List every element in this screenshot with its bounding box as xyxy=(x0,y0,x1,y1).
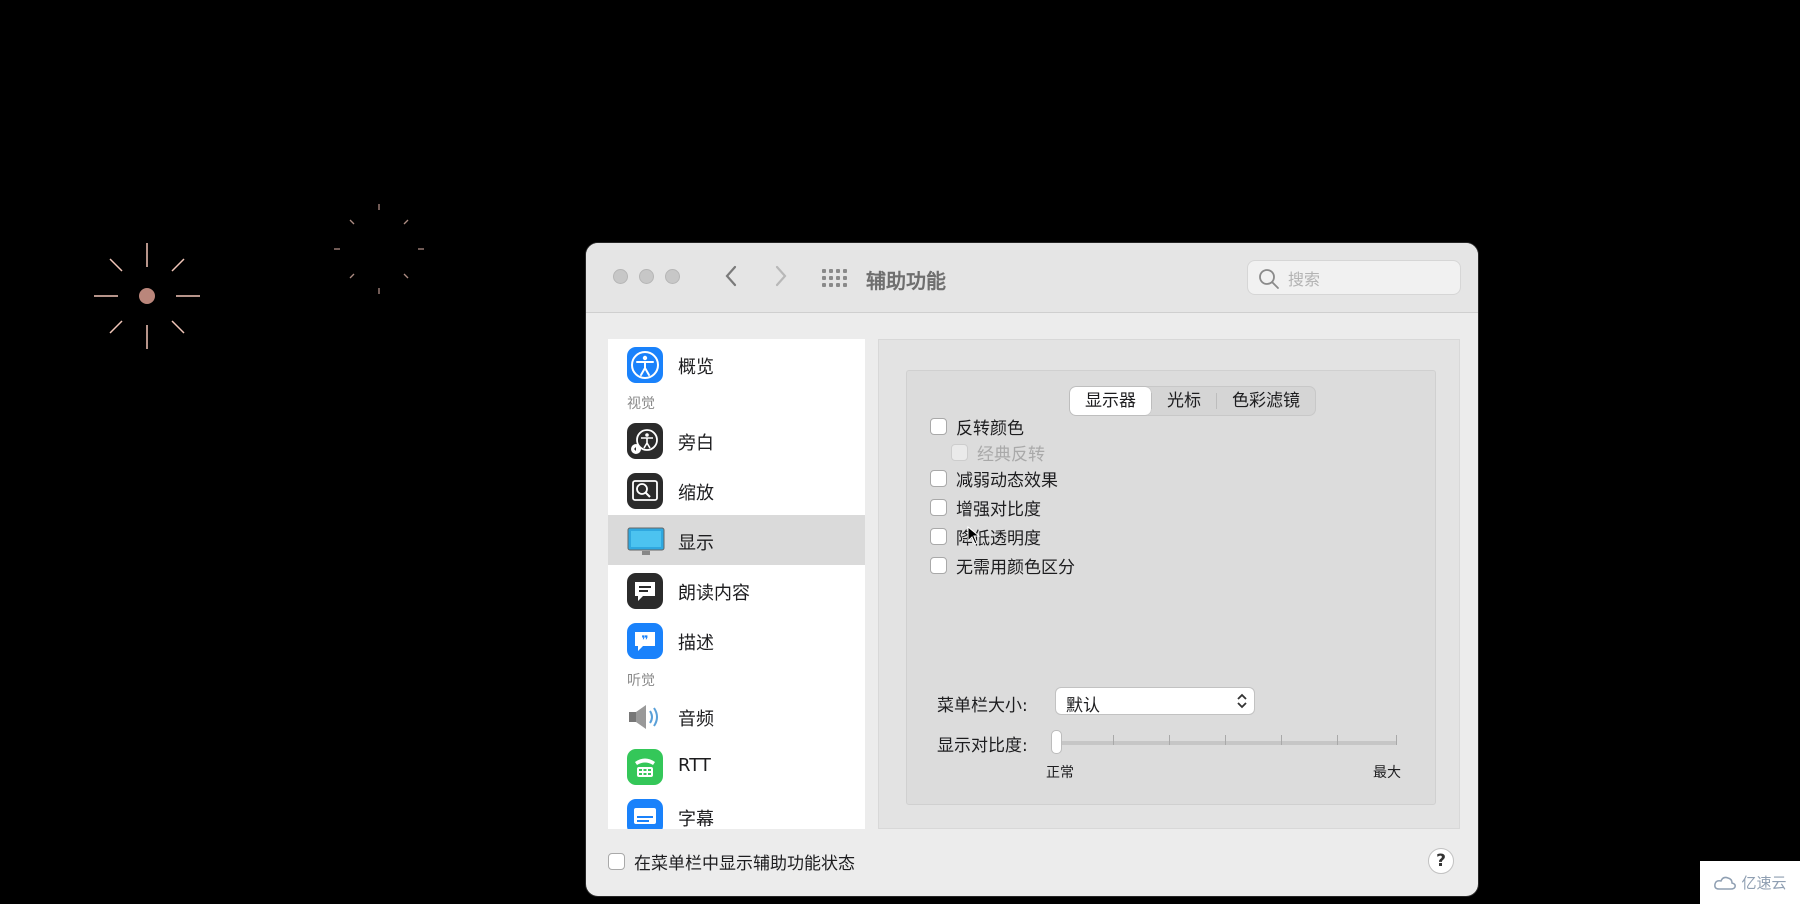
menubar-size-value: 默认 xyxy=(1066,696,1100,716)
display-settings-box: 显示器 光标 色彩滤镜 反转颜色 经典反转 减弱动态效果 增强对比度 降低透明度… xyxy=(906,370,1436,805)
sidebar-item-zoom[interactable]: 缩放 xyxy=(608,465,865,515)
zoom-button[interactable] xyxy=(665,269,680,284)
sidebar-item-label: RTT xyxy=(678,755,711,776)
sidebar-item-display[interactable]: 显示 xyxy=(608,515,865,565)
phone-keypad-icon xyxy=(627,749,663,785)
mouse-pointer-icon xyxy=(967,526,981,545)
contrast-slider-knob[interactable] xyxy=(1051,730,1062,754)
sidebar-item-voiceover[interactable]: 旁白 xyxy=(608,415,865,465)
forward-button[interactable] xyxy=(766,261,796,291)
contrast-min-label: 正常 xyxy=(1046,765,1074,781)
sidebar-item-label: 音频 xyxy=(678,709,714,730)
section-hearing: 听觉 xyxy=(627,673,655,689)
sidebar: 概览 视觉 旁白 缩放 显示 朗读内容 ❞ 描述 听觉 音频 RTT 字幕 xyxy=(608,339,865,829)
tab-bar: 显示器 光标 色彩滤镜 xyxy=(1069,386,1316,416)
watermark-text: 亿速云 xyxy=(1741,874,1787,892)
sparkle-large xyxy=(94,243,200,349)
search-field[interactable] xyxy=(1247,260,1461,295)
search-input[interactable] xyxy=(1286,267,1455,291)
option-invert-colors[interactable]: 反转颜色 xyxy=(930,414,1024,439)
option-label: 增强对比度 xyxy=(956,500,1041,520)
sidebar-item-descriptions[interactable]: ❞ 描述 xyxy=(608,615,865,665)
option-label: 减弱动态效果 xyxy=(956,471,1058,491)
close-button[interactable] xyxy=(613,269,628,284)
invert-colors-checkbox[interactable] xyxy=(930,418,947,435)
show-status-checkbox[interactable] xyxy=(608,853,625,870)
cloud-logo-icon xyxy=(1714,876,1737,890)
option-label: 无需用颜色区分 xyxy=(956,558,1075,578)
speech-bubble-icon xyxy=(627,573,663,609)
contrast-max-label: 最大 xyxy=(1373,765,1401,781)
sidebar-item-spoken-content[interactable]: 朗读内容 xyxy=(608,565,865,615)
speaker-icon xyxy=(627,699,663,735)
sidebar-item-label: 字幕 xyxy=(678,809,714,829)
menubar-size-select[interactable]: 默认 xyxy=(1055,687,1255,716)
option-label: 反转颜色 xyxy=(956,419,1024,439)
display-panel: 显示器 光标 色彩滤镜 反转颜色 经典反转 减弱动态效果 增强对比度 降低透明度… xyxy=(878,339,1460,829)
sparkle-small xyxy=(334,204,424,294)
help-button[interactable]: ? xyxy=(1428,848,1454,874)
sidebar-item-overview[interactable]: 概览 xyxy=(608,339,865,389)
differentiate-without-color-checkbox[interactable] xyxy=(930,557,947,574)
menubar-size-label: 菜单栏大小: xyxy=(937,696,1028,716)
watermark: 亿速云 xyxy=(1700,861,1800,904)
quote-bubble-icon: ❞ xyxy=(627,623,663,659)
sidebar-item-rtt[interactable]: RTT xyxy=(608,741,865,791)
search-icon xyxy=(1259,269,1279,289)
chevron-right-icon xyxy=(775,265,787,287)
show-status-label: 在菜单栏中显示辅助功能状态 xyxy=(634,854,855,874)
sidebar-item-label: 概览 xyxy=(678,357,714,378)
option-increase-contrast[interactable]: 增强对比度 xyxy=(930,495,1041,520)
sidebar-item-label: 旁白 xyxy=(678,433,714,454)
option-differentiate-without-color[interactable]: 无需用颜色区分 xyxy=(930,553,1075,578)
increase-contrast-checkbox[interactable] xyxy=(930,499,947,516)
svg-text:❞: ❞ xyxy=(641,633,648,647)
voiceover-icon xyxy=(627,423,663,459)
reduce-transparency-checkbox[interactable] xyxy=(930,528,947,545)
tab-pointer[interactable]: 光标 xyxy=(1152,387,1216,415)
reduce-motion-checkbox[interactable] xyxy=(930,470,947,487)
sidebar-item-audio[interactable]: 音频 xyxy=(608,691,865,741)
display-contrast-label: 显示对比度: xyxy=(937,736,1028,756)
show-status-option[interactable]: 在菜单栏中显示辅助功能状态 xyxy=(608,849,855,874)
classic-invert-checkbox[interactable] xyxy=(951,444,968,461)
chevron-left-icon xyxy=(725,265,737,287)
option-reduce-transparency[interactable]: 降低透明度 xyxy=(930,524,1041,549)
captions-icon xyxy=(627,799,663,829)
sidebar-item-label: 缩放 xyxy=(678,483,714,504)
contrast-slider-track[interactable] xyxy=(1057,741,1397,745)
back-button[interactable] xyxy=(716,261,746,291)
title-bar: 辅助功能 xyxy=(586,243,1478,313)
display-icon xyxy=(627,523,665,559)
sidebar-item-label: 描述 xyxy=(678,633,714,654)
option-classic-invert[interactable]: 经典反转 xyxy=(951,440,1045,465)
tab-color-filters[interactable]: 色彩滤镜 xyxy=(1217,387,1315,415)
section-vision: 视觉 xyxy=(627,396,655,412)
sidebar-item-captions[interactable]: 字幕 xyxy=(608,791,865,829)
sidebar-item-label: 显示 xyxy=(678,533,714,554)
option-reduce-motion[interactable]: 减弱动态效果 xyxy=(930,466,1058,491)
tab-display[interactable]: 显示器 xyxy=(1070,387,1151,415)
sidebar-item-label: 朗读内容 xyxy=(678,583,750,604)
zoom-icon xyxy=(627,473,663,509)
minimize-button[interactable] xyxy=(639,269,654,284)
accessibility-icon xyxy=(627,347,663,383)
show-all-grid-icon[interactable] xyxy=(822,269,848,287)
window-title: 辅助功能 xyxy=(866,269,946,293)
option-label: 经典反转 xyxy=(977,445,1045,465)
chevron-updown-icon xyxy=(1237,693,1247,709)
accessibility-window: 辅助功能 概览 视觉 旁白 缩放 xyxy=(586,243,1478,896)
